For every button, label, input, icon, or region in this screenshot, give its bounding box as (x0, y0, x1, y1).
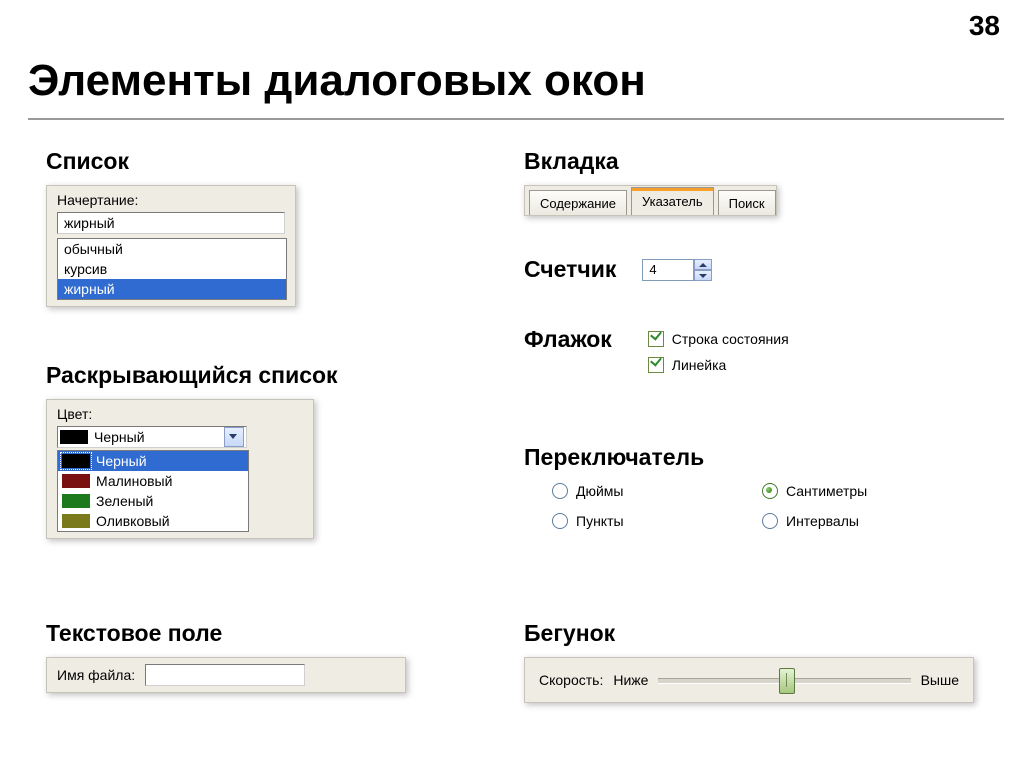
section-slider: Бегунок Скорость: Ниже Выше (524, 620, 974, 703)
radio-centimeters[interactable]: Сантиметры (762, 483, 972, 499)
color-swatch-icon (62, 474, 90, 488)
dropdown-item-label: Черный (96, 453, 147, 469)
dropdown-item-label: Оливковый (96, 513, 170, 529)
slider-high-label: Выше (921, 672, 959, 688)
chevron-down-icon[interactable] (224, 427, 244, 447)
spinner-down-icon[interactable] (694, 270, 712, 281)
page-title: Элементы диалоговых окон (28, 56, 646, 106)
radio-intervals[interactable]: Интервалы (762, 513, 972, 529)
dropdown-item-label: Зеленый (96, 493, 153, 509)
section-label-slider: Бегунок (524, 620, 974, 647)
page-number: 38 (969, 10, 1000, 42)
tab-content[interactable]: Содержание (529, 190, 627, 215)
section-counter: Счетчик 4 (524, 256, 712, 283)
slider-panel: Скорость: Ниже Выше (524, 657, 974, 703)
dropdown-value: Черный (94, 429, 145, 445)
slider-track[interactable] (658, 668, 910, 692)
tab-search[interactable]: Поиск (718, 190, 776, 215)
section-label-checkbox: Флажок (524, 326, 612, 353)
list-item[interactable]: обычный (58, 239, 286, 259)
section-checkbox: Флажок Строка состояния Линейка (524, 326, 789, 378)
filename-input[interactable] (145, 664, 305, 686)
slider-low-label: Ниже (613, 672, 648, 688)
color-swatch-icon (62, 454, 90, 468)
tab-index[interactable]: Указатель (631, 187, 714, 215)
dropdown-closed[interactable]: Черный (57, 426, 247, 448)
section-label-radio: Переключатель (524, 444, 972, 471)
listbox-panel: Начертание: обычный курсив жирный (46, 185, 296, 307)
section-label-list: Список (46, 148, 296, 175)
listbox-label: Начертание: (57, 192, 287, 208)
section-label-counter: Счетчик (524, 256, 616, 283)
radio-icon[interactable] (552, 513, 568, 529)
radio-label: Сантиметры (786, 483, 867, 499)
slider-caption: Скорость: (539, 672, 603, 688)
color-swatch-icon (62, 514, 90, 528)
textfield-panel: Имя файла: (46, 657, 406, 693)
section-label-textfield: Текстовое поле (46, 620, 406, 647)
slider-thumb-icon[interactable] (779, 668, 795, 694)
dropdown-item[interactable]: Малиновый (58, 471, 248, 491)
section-dropdown: Раскрывающийся список Цвет: Черный Черны… (46, 362, 338, 539)
radio-label: Интервалы (786, 513, 859, 529)
checkbox-statusbar[interactable]: Строка состояния (648, 326, 789, 352)
color-swatch-icon (60, 430, 88, 444)
checkbox-label: Линейка (672, 357, 727, 373)
color-swatch-icon (62, 494, 90, 508)
tab-strip: Содержание Указатель Поиск (524, 185, 777, 216)
checkbox-icon[interactable] (648, 331, 664, 347)
radio-icon[interactable] (552, 483, 568, 499)
listbox-value-input[interactable] (57, 212, 285, 234)
radio-inches[interactable]: Дюймы (552, 483, 762, 499)
dropdown-open-list[interactable]: Черный Малиновый Зеленый Оливковый (57, 450, 249, 532)
title-rule (28, 118, 1004, 120)
dropdown-item-label: Малиновый (96, 473, 172, 489)
dropdown-panel: Цвет: Черный Черный Малиновый Зеленый Ол… (46, 399, 314, 539)
radio-icon[interactable] (762, 483, 778, 499)
spinner-value[interactable]: 4 (642, 259, 694, 281)
checkbox-icon[interactable] (648, 357, 664, 373)
radio-points[interactable]: Пункты (552, 513, 762, 529)
section-radio: Переключатель Дюймы Сантиметры Пункты Ин… (524, 444, 972, 529)
section-label-dropdown: Раскрывающийся список (46, 362, 338, 389)
listbox-items[interactable]: обычный курсив жирный (57, 238, 287, 300)
radio-label: Пункты (576, 513, 624, 529)
section-tabs: Вкладка Содержание Указатель Поиск (524, 148, 777, 216)
section-list: Список Начертание: обычный курсив жирный (46, 148, 296, 307)
radio-label: Дюймы (576, 483, 624, 499)
dropdown-label: Цвет: (57, 406, 305, 422)
dropdown-item[interactable]: Оливковый (58, 511, 248, 531)
section-textfield: Текстовое поле Имя файла: (46, 620, 406, 693)
list-item[interactable]: курсив (58, 259, 286, 279)
checkbox-ruler[interactable]: Линейка (648, 352, 789, 378)
checkbox-label: Строка состояния (672, 331, 789, 347)
list-item[interactable]: жирный (58, 279, 286, 299)
spinner-up-icon[interactable] (694, 259, 712, 270)
dropdown-item[interactable]: Зеленый (58, 491, 248, 511)
textfield-label: Имя файла: (57, 667, 135, 683)
spinner[interactable]: 4 (642, 259, 712, 281)
radio-icon[interactable] (762, 513, 778, 529)
dropdown-item[interactable]: Черный (58, 451, 248, 471)
section-label-tabs: Вкладка (524, 148, 777, 175)
